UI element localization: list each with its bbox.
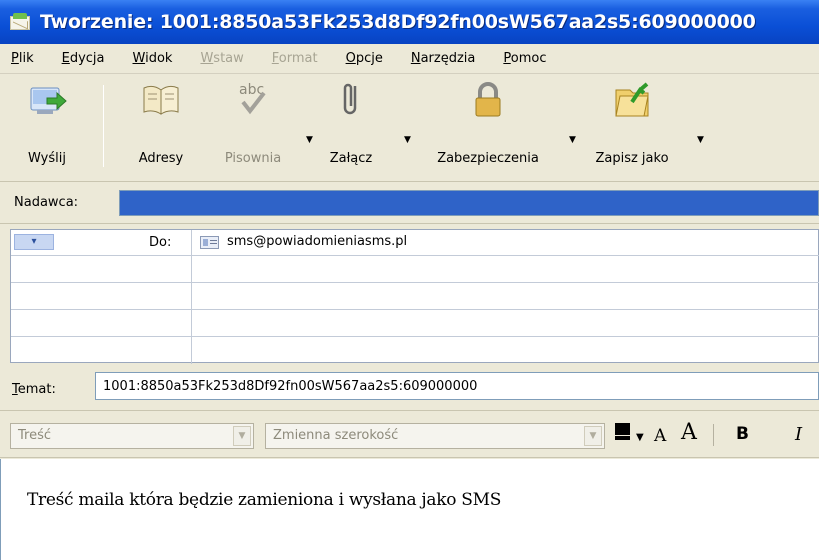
recipient-row[interactable] [11, 257, 819, 283]
addresses-label: Adresy [138, 151, 184, 166]
spelling-label: Pisownia [224, 151, 282, 166]
bold-button[interactable]: B [736, 424, 749, 444]
security-button[interactable]: Zabezpieczenia [418, 80, 558, 166]
spelling-dropdown-icon[interactable]: ▼ [306, 135, 313, 145]
chevron-down-icon[interactable]: ▼ [233, 426, 251, 446]
title-bar[interactable]: Tworzenie: 1001:8850a53Fk253d8Df92fn00sW… [0, 0, 819, 44]
send-label: Wyślij [28, 151, 66, 166]
paragraph-style-select[interactable]: Treść ▼ [10, 423, 254, 449]
toolbar-separator [103, 85, 104, 167]
spelling-button[interactable]: abc Pisownia [210, 80, 296, 166]
from-row: Nadawca: [0, 182, 819, 224]
menu-insert[interactable]: Wstaw [197, 49, 246, 68]
chevron-down-icon[interactable]: ▾ [14, 234, 54, 250]
window-title: Tworzenie: 1001:8850a53Fk253d8Df92fn00sW… [40, 11, 756, 33]
menu-tools[interactable]: Narzędzia [408, 49, 479, 68]
subject-row: Temat: [0, 365, 819, 411]
save-folder-icon [615, 82, 649, 117]
save-as-label: Zapisz jako [595, 151, 669, 166]
recipient-row[interactable] [11, 311, 819, 337]
subject-input[interactable] [95, 372, 819, 400]
save-as-dropdown-icon[interactable]: ▼ [697, 135, 704, 145]
recipients-grid[interactable]: ▾ Do: sms@powiadomieniasms.pl [10, 229, 819, 364]
compose-mail-icon [10, 13, 32, 31]
contact-card-icon [200, 236, 219, 249]
send-icon [30, 87, 67, 114]
grow-font-button[interactable]: A [681, 420, 697, 445]
message-body-editor[interactable]: Treść maila która będzie zamieniona i wy… [0, 459, 819, 560]
menu-edit[interactable]: Edycja [59, 49, 108, 68]
main-toolbar: Wyślij Adresy abc Pisownia ▼ Załącz ▼ Za… [0, 75, 819, 182]
attach-dropdown-icon[interactable]: ▼ [404, 135, 411, 145]
from-account-select[interactable] [119, 190, 819, 216]
menu-help[interactable]: Pomoc [500, 49, 549, 68]
menu-format[interactable]: Format [269, 49, 321, 68]
format-toolbar: Treść ▼ Zmienna szerokość ▼ ▼ A A B I [0, 412, 819, 458]
menu-bar: Plik Edycja Widok Wstaw Format Opcje Nar… [0, 44, 819, 74]
menu-view[interactable]: Widok [130, 49, 176, 68]
attach-button[interactable]: Załącz [318, 80, 384, 166]
recipient-row[interactable] [11, 284, 819, 310]
save-as-button[interactable]: Zapisz jako [584, 80, 680, 166]
security-dropdown-icon[interactable]: ▼ [569, 135, 576, 145]
font-color-dropdown-icon[interactable]: ▼ [636, 432, 644, 443]
paragraph-style-value: Treść [18, 428, 52, 443]
spellcheck-icon: abc [239, 82, 266, 115]
font-color-icon[interactable] [615, 423, 635, 443]
menu-file[interactable]: Plik [8, 49, 37, 68]
addresses-button[interactable]: Adresy [124, 80, 198, 166]
security-label: Zabezpieczenia [437, 151, 539, 166]
to-label: Do: [149, 235, 172, 250]
subject-label: Temat: [12, 382, 56, 397]
address-book-icon [143, 85, 179, 115]
from-label: Nadawca: [14, 195, 79, 210]
shrink-font-button[interactable]: A [654, 426, 666, 446]
menu-options[interactable]: Opcje [343, 49, 386, 68]
lock-icon [475, 82, 501, 117]
message-body-text[interactable]: Treść maila która będzie zamieniona i wy… [27, 490, 501, 510]
to-address[interactable]: sms@powiadomieniasms.pl [227, 234, 407, 249]
recipient-row[interactable] [11, 338, 819, 364]
italic-button[interactable]: I [795, 424, 802, 445]
font-select[interactable]: Zmienna szerokość ▼ [265, 423, 605, 449]
toolbar-separator [713, 424, 714, 446]
paperclip-icon [343, 83, 357, 115]
attach-label: Załącz [329, 151, 373, 166]
recipient-row[interactable]: ▾ Do: sms@powiadomieniasms.pl [11, 230, 819, 256]
send-button[interactable]: Wyślij [6, 80, 88, 166]
chevron-down-icon[interactable]: ▼ [584, 426, 602, 446]
font-select-value: Zmienna szerokość [273, 428, 399, 443]
column-divider [191, 230, 192, 364]
